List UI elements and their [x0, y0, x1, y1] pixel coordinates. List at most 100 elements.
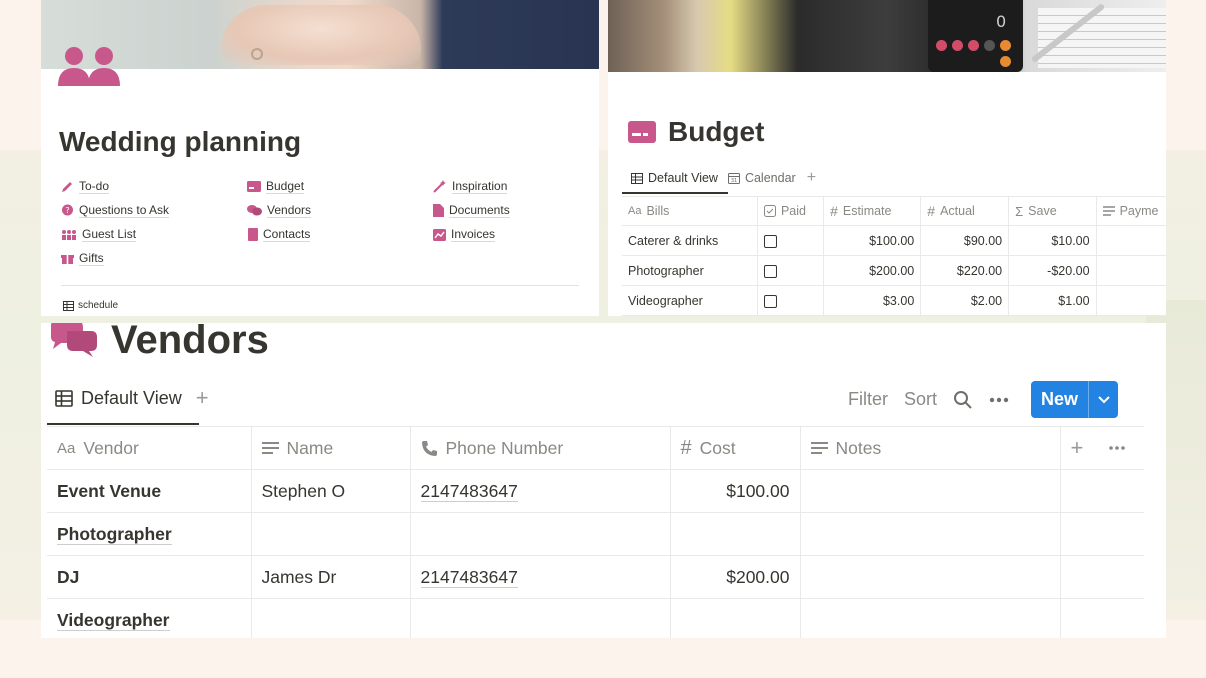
link-budget[interactable]: Budget	[247, 179, 305, 194]
notes-cell[interactable]	[800, 512, 1061, 556]
link-vendors[interactable]: Vendors	[247, 203, 312, 218]
actual-cell[interactable]: $90.00	[920, 225, 1010, 256]
column-header-paid[interactable]: Paid	[757, 196, 825, 226]
link-questions[interactable]: ? Questions to Ask	[61, 203, 170, 218]
link-invoices[interactable]: Invoices	[433, 227, 496, 242]
column-header-name[interactable]: Name	[251, 426, 411, 470]
link-contacts[interactable]: Contacts	[247, 227, 311, 242]
column-header-vendor[interactable]: Aa Vendor	[47, 426, 252, 470]
empty-cell	[1060, 469, 1144, 513]
table-row[interactable]: Videographer	[47, 598, 1144, 638]
cost-cell[interactable]: $200.00	[670, 555, 801, 599]
link-to-do[interactable]: To-do	[61, 179, 110, 194]
column-header-actual[interactable]: # Actual	[920, 196, 1010, 226]
text-lines-icon	[810, 442, 828, 454]
estimate-cell[interactable]: $3.00	[823, 285, 922, 316]
vendor-cell[interactable]: DJ	[47, 555, 252, 599]
column-header-save[interactable]: Σ Save	[1008, 196, 1097, 226]
payment-cell[interactable]	[1096, 285, 1166, 316]
name-cell[interactable]	[251, 598, 411, 638]
notes-cell[interactable]	[800, 555, 1061, 599]
column-label: Cost	[699, 437, 736, 458]
add-view-icon[interactable]: +	[196, 385, 209, 411]
speech-bubbles-icon	[51, 323, 97, 357]
column-header-cost[interactable]: # Cost	[670, 426, 801, 470]
vendor-cell[interactable]: Photographer	[47, 512, 252, 556]
paid-checkbox[interactable]	[763, 234, 777, 248]
table-row[interactable]: Photographer $200.00 $220.00 -$20.00	[622, 255, 1166, 286]
more-options-icon[interactable]	[1109, 446, 1126, 450]
table-row[interactable]: Event Venue Stephen O 2147483647 $100.00	[47, 469, 1144, 513]
tab-calendar[interactable]: 31 Calendar	[723, 166, 801, 190]
vendor-cell[interactable]: Videographer	[47, 598, 252, 638]
column-label: Notes	[835, 437, 882, 458]
phone-cell[interactable]: 2147483647	[410, 555, 671, 599]
cost-cell[interactable]: $100.00	[670, 469, 801, 513]
add-property-icon[interactable]: +	[1071, 435, 1084, 461]
link-gifts[interactable]: Gifts	[61, 251, 104, 266]
empty-cell	[1060, 555, 1144, 599]
name-cell[interactable]: Stephen O	[251, 469, 411, 513]
column-header-phone[interactable]: Phone Number	[410, 426, 671, 470]
phone-cell[interactable]: 2147483647	[410, 469, 671, 513]
paid-checkbox[interactable]	[763, 264, 777, 278]
vendors-view-tabs: Default View +	[55, 385, 209, 411]
bill-cell[interactable]: Photographer	[622, 255, 758, 286]
actual-cell[interactable]: $2.00	[920, 285, 1010, 316]
cost-cell[interactable]	[670, 598, 801, 638]
search-icon[interactable]	[953, 390, 973, 410]
tab-default-view[interactable]: Default View	[626, 166, 723, 190]
table-row[interactable]: Caterer & drinks $100.00 $90.00 $10.00	[622, 225, 1166, 256]
paid-cell[interactable]	[757, 255, 825, 286]
add-view-icon[interactable]: +	[801, 169, 822, 187]
filter-button[interactable]: Filter	[848, 389, 888, 410]
column-label: Payme	[1119, 204, 1159, 218]
column-header-notes[interactable]: Notes	[800, 426, 1061, 470]
phone-link[interactable]: 2147483647	[420, 566, 518, 588]
sort-button[interactable]: Sort	[904, 389, 937, 410]
column-header-estimate[interactable]: # Estimate	[823, 196, 922, 226]
magic-wand-icon	[433, 180, 446, 193]
vendor-cell[interactable]: Event Venue	[47, 469, 252, 513]
new-button[interactable]: New	[1031, 381, 1088, 418]
table-header-row: Aa Vendor Name Phone Number # Cost Notes +	[47, 426, 1144, 470]
column-label: Estimate	[842, 204, 892, 218]
link-guest-list[interactable]: Guest List	[61, 227, 137, 242]
paid-cell[interactable]	[757, 285, 825, 316]
more-options-icon[interactable]	[989, 397, 1009, 403]
bill-cell[interactable]: Videographer	[622, 285, 758, 316]
new-dropdown-button[interactable]	[1088, 381, 1118, 418]
phone-link[interactable]: 2147483647	[420, 480, 518, 502]
cost-cell[interactable]	[670, 512, 801, 556]
link-inspiration[interactable]: Inspiration	[433, 179, 508, 194]
notes-cell[interactable]	[800, 598, 1061, 638]
text-type-icon: Aa	[57, 439, 76, 457]
column-header-payment[interactable]: Payme	[1096, 196, 1166, 226]
paid-checkbox[interactable]	[763, 294, 777, 308]
table-icon	[63, 300, 74, 311]
bill-cell[interactable]: Caterer & drinks	[622, 225, 758, 256]
name-cell[interactable]: James Dr	[251, 555, 411, 599]
notes-cell[interactable]	[800, 469, 1061, 513]
link-documents[interactable]: Documents	[433, 203, 510, 218]
link-label: Vendors	[267, 203, 312, 218]
budget-title: Budget	[668, 116, 765, 147]
tab-default-view[interactable]: Default View	[55, 388, 182, 409]
phone-cell[interactable]	[410, 512, 671, 556]
column-header-bills[interactable]: Aa Bills	[622, 196, 758, 226]
estimate-cell[interactable]: $200.00	[823, 255, 922, 286]
schedule-view-tab[interactable]: schedule	[63, 300, 118, 311]
table-row[interactable]: Videographer $3.00 $2.00 $1.00	[622, 285, 1166, 316]
table-row[interactable]: DJ James Dr 2147483647 $200.00	[47, 555, 1144, 599]
payment-cell[interactable]	[1096, 225, 1166, 256]
link-label: Contacts	[263, 227, 311, 242]
table-row[interactable]: Photographer	[47, 512, 1144, 556]
tab-label: Default View	[81, 387, 182, 408]
paid-cell[interactable]	[757, 225, 825, 256]
actual-cell[interactable]: $220.00	[920, 255, 1010, 286]
chart-icon	[433, 228, 446, 241]
payment-cell[interactable]	[1096, 255, 1166, 286]
phone-cell[interactable]	[410, 598, 671, 638]
estimate-cell[interactable]: $100.00	[823, 225, 922, 256]
name-cell[interactable]	[251, 512, 411, 556]
